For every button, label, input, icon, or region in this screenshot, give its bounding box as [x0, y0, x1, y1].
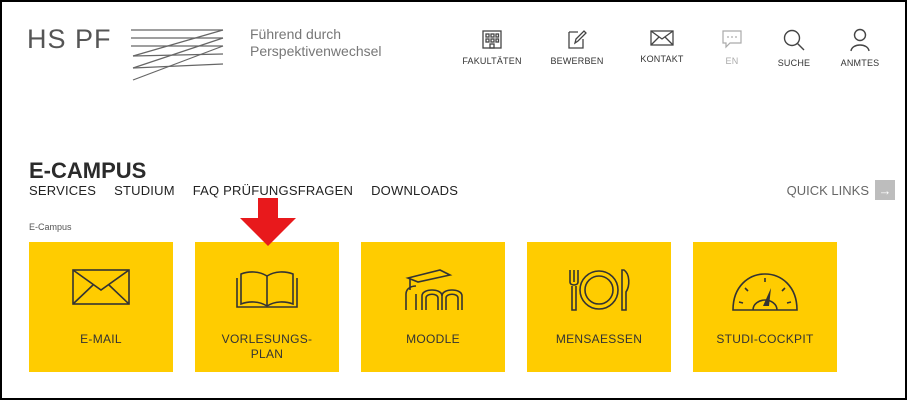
- plate-cutlery-icon: [569, 269, 630, 311]
- sub-navigation: SERVICES STUDIUM FAQ PRÜFUNGSFRAGEN DOWN…: [29, 183, 476, 198]
- tagline-line2: Perspektivenwechsel: [250, 43, 382, 59]
- nav-language-en[interactable]: EN: [697, 28, 767, 66]
- pen-paper-icon: [568, 30, 587, 49]
- nav-fakultaeten[interactable]: FAKULTÄTEN: [457, 28, 527, 66]
- nav-label: SUCHE: [777, 58, 811, 68]
- envelope-icon: [72, 269, 130, 305]
- envelope-icon: [650, 30, 674, 46]
- red-arrow-annotation: [240, 198, 296, 246]
- tile-vorlesungsplan[interactable]: VORLESUNGS- PLAN: [195, 242, 339, 372]
- user-icon: [850, 28, 870, 52]
- quick-links[interactable]: QUICK LINKS →: [787, 180, 895, 200]
- nav-label: EN: [725, 56, 739, 66]
- nav-suche[interactable]: SUCHE: [759, 28, 829, 68]
- tagline-line1: Führend durch: [250, 26, 342, 42]
- subnav-downloads[interactable]: DOWNLOADS: [371, 183, 458, 198]
- tile-label: E-MAIL: [80, 332, 122, 346]
- logo[interactable]: HS PF: [27, 24, 112, 55]
- subnav-studium[interactable]: STUDIUM: [114, 183, 175, 198]
- moodle-icon: [405, 269, 463, 310]
- gauge-icon: [732, 273, 798, 311]
- nav-label: BEWERBEN: [550, 56, 604, 66]
- tile-label: MENSAESSEN: [555, 332, 643, 346]
- open-book-icon: [236, 271, 298, 308]
- subnav-services[interactable]: SERVICES: [29, 183, 96, 198]
- building-icon: [482, 30, 502, 49]
- logo-lines-graphic: [131, 29, 224, 81]
- nav-bewerben[interactable]: BEWERBEN: [542, 28, 612, 66]
- tile-email[interactable]: E-MAIL: [29, 242, 173, 372]
- tile-studi-cockpit[interactable]: STUDI-COCKPIT: [693, 242, 837, 372]
- subnav-faq-pruefungsfragen[interactable]: FAQ PRÜFUNGSFRAGEN: [193, 183, 353, 198]
- tile-mensaessen[interactable]: MENSAESSEN: [527, 242, 671, 372]
- nav-label: KONTAKT: [640, 54, 684, 64]
- search-icon: [783, 29, 805, 51]
- tile-moodle[interactable]: MOODLE: [361, 242, 505, 372]
- tile-label-line1: VORLESUNGS-: [221, 332, 313, 346]
- breadcrumb[interactable]: E-Campus: [29, 222, 72, 232]
- tile-label: MOODLE: [406, 332, 460, 346]
- tile-label-line2: PLAN: [250, 347, 284, 361]
- arrow-right-icon[interactable]: →: [875, 180, 895, 200]
- page-title: E-CAMPUS: [29, 158, 147, 183]
- nav-label: FAKULTÄTEN: [462, 56, 522, 66]
- nav-kontakt[interactable]: KONTAKT: [627, 28, 697, 64]
- tile-label: VORLESUNGS- PLAN: [195, 332, 339, 362]
- quick-links-label: QUICK LINKS: [786, 182, 869, 198]
- page-frame: HS PF Führend durch Perspektivenwechsel …: [0, 0, 907, 400]
- tagline: Führend durch Perspektivenwechsel: [250, 26, 382, 60]
- nav-label: ANMTES: [840, 58, 880, 68]
- nav-anmtes[interactable]: ANMTES: [825, 28, 895, 68]
- tile-label: STUDI-COCKPIT: [716, 332, 814, 346]
- speech-bubble-icon: [722, 30, 742, 49]
